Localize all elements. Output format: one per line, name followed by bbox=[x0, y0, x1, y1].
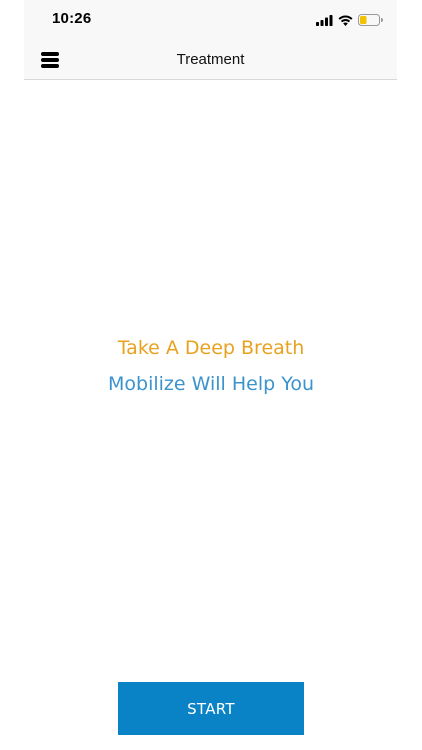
signal-icon bbox=[316, 14, 333, 26]
navigation-bar: Treatment bbox=[24, 40, 397, 80]
start-button[interactable]: START bbox=[118, 682, 304, 735]
status-bar: 10:26 bbox=[24, 0, 397, 40]
battery-icon bbox=[358, 14, 383, 26]
wifi-icon bbox=[338, 15, 353, 26]
status-icons bbox=[316, 12, 383, 28]
treatment-screen: 10:26 Treatment Take A Deep Breath Mobil… bbox=[0, 0, 422, 750]
deep-breath-message: Take A Deep Breath bbox=[117, 337, 305, 359]
help-message: Mobilize Will Help You bbox=[108, 373, 314, 395]
page-title: Treatment bbox=[176, 51, 245, 68]
status-time: 10:26 bbox=[52, 10, 92, 27]
